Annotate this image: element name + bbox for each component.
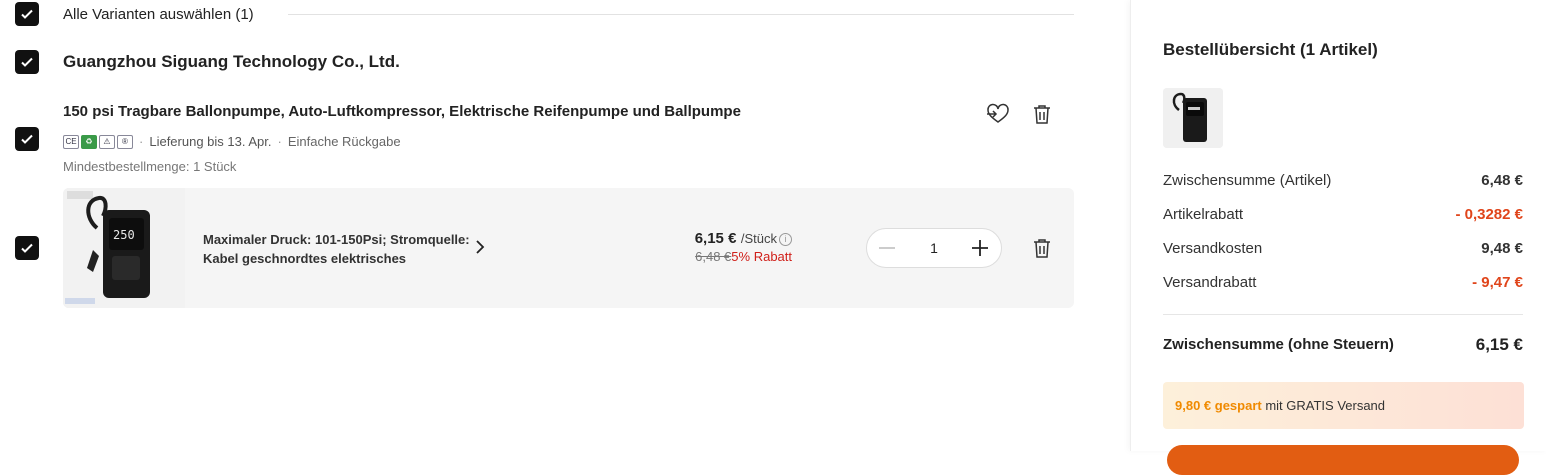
order-summary-panel: Bestellübersicht (1 Artikel) Zwischensum… bbox=[1130, 0, 1546, 475]
delivery-date: Lieferung bis 13. Apr. bbox=[149, 134, 272, 149]
checkmark-icon bbox=[21, 57, 33, 67]
variant-price: 6,15 € /Stück i 6,48 €5% Rabatt bbox=[695, 230, 792, 266]
summary-value: 9,48 € bbox=[1481, 240, 1523, 257]
divider bbox=[288, 14, 1074, 15]
variant-description[interactable]: Maximaler Druck: 101-150Psi; Stromquelle… bbox=[203, 230, 483, 268]
product-checkbox[interactable] bbox=[15, 127, 39, 151]
summary-row-item-discount: Artikelrabatt - 0,3282 € bbox=[1163, 206, 1523, 223]
pump-product-image: 250 bbox=[63, 188, 185, 308]
quantity-stepper: 1 bbox=[866, 228, 1002, 268]
summary-label: Versandkosten bbox=[1163, 240, 1263, 257]
weee-mark: ⚠ bbox=[99, 134, 115, 149]
summary-value: 6,48 € bbox=[1481, 172, 1523, 189]
pump-thumbnail-image bbox=[1163, 88, 1223, 148]
total-value: 6,15 € bbox=[1475, 335, 1523, 354]
summary-label: Versandrabatt bbox=[1163, 274, 1257, 291]
summary-total: Zwischensumme (ohne Steuern) 6,15 € bbox=[1163, 335, 1523, 354]
summary-value: - 0,3282 € bbox=[1455, 206, 1523, 223]
trash-icon bbox=[1034, 239, 1050, 258]
wishlist-button[interactable] bbox=[985, 101, 1011, 127]
select-all-checkbox[interactable] bbox=[15, 2, 39, 26]
checkmark-icon bbox=[21, 243, 33, 253]
registered-mark: ® bbox=[117, 134, 133, 149]
heart-arrow-icon bbox=[987, 103, 1009, 123]
trash-icon bbox=[1034, 105, 1050, 124]
chevron-right-icon[interactable] bbox=[475, 239, 485, 255]
plus-icon[interactable] bbox=[970, 238, 990, 258]
minus-icon[interactable] bbox=[877, 238, 897, 258]
info-icon[interactable]: i bbox=[779, 232, 792, 246]
total-label: Zwischensumme (ohne Steuern) bbox=[1163, 336, 1394, 353]
quantity-value[interactable]: 1 bbox=[917, 240, 951, 256]
summary-row-shipping-discount: Versandrabatt - 9,47 € bbox=[1163, 274, 1523, 291]
saved-amount: 9,80 € gespart bbox=[1175, 398, 1262, 413]
price-unit: /Stück bbox=[740, 231, 777, 246]
checkmark-icon bbox=[21, 9, 33, 19]
savings-banner: 9,80 € gespart mit GRATIS Versand bbox=[1163, 382, 1524, 429]
checkmark-icon bbox=[21, 134, 33, 144]
saved-text: mit GRATIS Versand bbox=[1261, 398, 1386, 413]
store-checkbox[interactable] bbox=[15, 50, 39, 74]
meta-separator: · bbox=[139, 134, 144, 149]
summary-title: Bestellübersicht (1 Artikel) bbox=[1163, 40, 1378, 59]
delete-variant-button[interactable] bbox=[1029, 235, 1055, 261]
select-all-label[interactable]: Alle Varianten auswählen (1) bbox=[63, 6, 254, 23]
summary-item-thumbnail[interactable] bbox=[1163, 88, 1223, 148]
summary-row-shipping: Versandkosten 9,48 € bbox=[1163, 240, 1523, 257]
ce-mark: CE bbox=[63, 134, 79, 149]
delete-product-button[interactable] bbox=[1029, 101, 1055, 127]
variant-row: 250 Maximaler Druck: 101-150Psi; Stromqu… bbox=[63, 188, 1074, 308]
easy-return[interactable]: Einfache Rückgabe bbox=[288, 134, 401, 149]
summary-value: - 9,47 € bbox=[1472, 274, 1523, 291]
price-original: 6,48 € bbox=[695, 249, 732, 264]
min-order-quantity: Mindestbestellmenge: 1 Stück bbox=[63, 159, 237, 174]
summary-row-subtotal: Zwischensumme (Artikel) 6,48 € bbox=[1163, 172, 1523, 189]
summary-divider bbox=[1163, 314, 1523, 315]
variant-image[interactable]: 250 bbox=[63, 188, 185, 308]
store-name[interactable]: Guangzhou Siguang Technology Co., Ltd. bbox=[63, 52, 400, 72]
summary-label: Zwischensumme (Artikel) bbox=[1163, 172, 1332, 189]
product-meta: CE ♻ ⚠ ® · Lieferung bis 13. Apr. · Einf… bbox=[63, 134, 401, 149]
recycle-mark: ♻ bbox=[81, 134, 97, 149]
summary-label: Artikelrabatt bbox=[1163, 206, 1244, 223]
pump-display-value: 250 bbox=[113, 228, 135, 242]
certification-badges: CE ♻ ⚠ ® bbox=[63, 134, 133, 149]
price-current: 6,15 € bbox=[694, 230, 737, 247]
meta-separator: · bbox=[277, 134, 282, 149]
variant-checkbox[interactable] bbox=[15, 236, 39, 260]
product-title[interactable]: 150 psi Tragbare Ballonpumpe, Auto-Luftk… bbox=[63, 103, 741, 120]
checkout-button[interactable] bbox=[1167, 445, 1519, 475]
discount-label: 5% Rabatt bbox=[731, 249, 792, 264]
